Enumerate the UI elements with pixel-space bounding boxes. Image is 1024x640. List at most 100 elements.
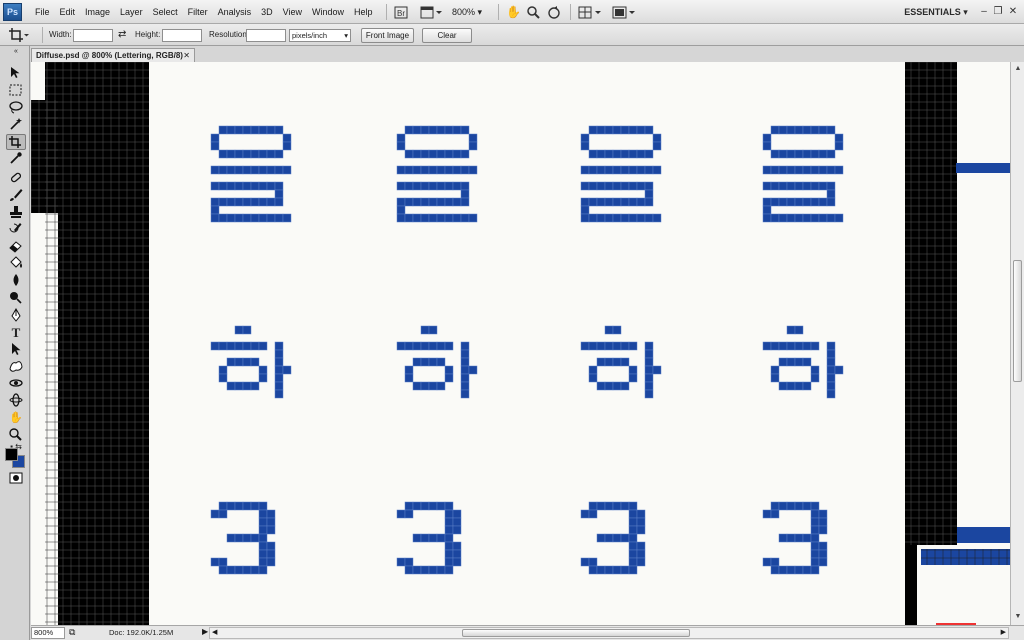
move-tool-icon[interactable] [6, 66, 26, 82]
glyph-2-2 [396, 325, 478, 399]
status-bar: 800% ⧉ Doc: 192.0K/1.25M ▶ ◀ ▶ [31, 625, 1024, 640]
menu-help[interactable]: Help [349, 0, 378, 24]
crop-tool-icon[interactable] [6, 134, 26, 150]
foreground-color-swatch[interactable] [5, 448, 18, 461]
photoshop-logo: Ps [3, 3, 22, 21]
separator [386, 4, 387, 20]
blur-tool-icon[interactable] [6, 273, 26, 289]
glyph-2-1 [210, 325, 292, 399]
separator [42, 27, 43, 43]
menu-file[interactable]: File [30, 0, 55, 24]
dodge-tool-icon[interactable] [6, 290, 26, 306]
eraser-tool-icon[interactable] [6, 239, 26, 255]
glyph-1-3 [580, 125, 662, 223]
menu-image[interactable]: Image [80, 0, 115, 24]
clear-button[interactable]: Clear [422, 28, 472, 43]
menu-analysis[interactable]: Analysis [213, 0, 257, 24]
zoom-level-dropdown[interactable]: 800% ▾ [452, 5, 482, 19]
marquee-tool-icon[interactable] [6, 83, 26, 99]
scroll-up-icon[interactable]: ▲ [1013, 64, 1023, 74]
menu-bar: Ps File Edit Image Layer Select Filter Analysi… [0, 0, 1024, 24]
vertical-scrollbar[interactable]: ▲ ▼ [1010, 62, 1024, 625]
glyph-3-3 [580, 501, 646, 575]
glyph-1-2 [396, 125, 478, 223]
hand-tool-icon[interactable]: ✋ [6, 410, 26, 426]
lasso-tool-icon[interactable] [6, 100, 26, 116]
menu-select[interactable]: Select [148, 0, 183, 24]
resolution-label: Resolution: [209, 30, 250, 39]
swap-dimensions-icon[interactable]: ⇄ [118, 24, 126, 46]
width-label: Width: [49, 30, 72, 39]
crop-tool-preset-icon[interactable] [8, 27, 29, 43]
vertical-scroll-thumb[interactable] [1013, 260, 1022, 382]
healing-brush-tool-icon[interactable] [6, 171, 26, 187]
eyedropper-tool-icon[interactable] [6, 151, 26, 167]
minimize-icon[interactable]: – [978, 5, 990, 18]
glyph-2-4 [762, 325, 844, 399]
separator [498, 4, 499, 20]
arrange-documents-icon[interactable] [578, 5, 602, 19]
width-field[interactable] [73, 29, 113, 42]
glyph-3-4 [762, 501, 828, 575]
history-brush-tool-icon[interactable] [6, 222, 26, 238]
scroll-down-icon[interactable]: ▼ [1013, 612, 1023, 622]
horizontal-scrollbar[interactable]: ◀ ▶ [209, 627, 1009, 639]
chevron-down-icon: ▾ [963, 7, 968, 17]
menu-filter[interactable]: Filter [183, 0, 213, 24]
quick-mask-icon[interactable] [6, 471, 26, 487]
pixel-canvas[interactable] [31, 62, 1010, 625]
glyph-1-1 [210, 125, 292, 223]
menu-view[interactable]: View [278, 0, 307, 24]
horizontal-scroll-thumb[interactable] [462, 629, 690, 637]
height-field[interactable] [162, 29, 202, 42]
scroll-right-icon[interactable]: ▶ [1001, 628, 1006, 636]
3d-orbit-tool-icon[interactable] [6, 393, 26, 409]
restore-icon[interactable]: ❐ [992, 5, 1004, 18]
chevron-down-icon: ▾ [344, 31, 348, 40]
hand-tool-icon[interactable]: ✋ [506, 5, 521, 19]
front-image-button[interactable]: Front Image [361, 28, 414, 43]
brush-tool-icon[interactable] [6, 188, 26, 204]
view-extras-icon[interactable] [420, 5, 442, 19]
status-arrow-icon[interactable]: ▶ [202, 627, 208, 636]
menu-list: File Edit Image Layer Select Filter Analysis 3D… [30, 0, 378, 24]
document-info: Doc: 192.0K/1.25M [109, 628, 174, 637]
resolution-field[interactable] [246, 29, 286, 42]
collapse-toolbox-icon[interactable]: « [6, 48, 26, 56]
pen-tool-icon[interactable] [6, 307, 26, 324]
path-selection-tool-icon[interactable] [6, 342, 26, 358]
document-canvas[interactable] [31, 62, 1010, 625]
quick-selection-tool-icon[interactable] [6, 117, 26, 133]
zoom-field[interactable]: 800% [31, 627, 65, 639]
resolution-units-select[interactable]: pixels/inch ▾ [289, 29, 351, 42]
zoom-tool-icon[interactable] [6, 427, 26, 443]
bridge-icon[interactable]: Br [394, 5, 408, 19]
left-white-notch [31, 62, 45, 100]
svg-text:Br: Br [397, 9, 405, 18]
document-tab[interactable]: Diffuse.psd @ 800% (Lettering, RGB/8) ✕ [31, 48, 195, 62]
type-tool-icon[interactable]: T [6, 325, 26, 341]
scroll-left-icon[interactable]: ◀ [212, 628, 217, 636]
close-icon[interactable]: ✕ [1007, 5, 1019, 18]
menu-3d[interactable]: 3D [256, 0, 278, 24]
clone-stamp-tool-icon[interactable] [6, 205, 26, 221]
glyph-2-3 [580, 325, 662, 399]
menu-window[interactable]: Window [307, 0, 349, 24]
glyph-3-2 [396, 501, 462, 575]
toolbox: « T ✋ ▪ ⇆ [0, 46, 30, 640]
zoom-tool-icon[interactable] [527, 5, 540, 19]
paint-bucket-tool-icon[interactable] [6, 256, 26, 272]
rotate-view-icon[interactable] [547, 5, 561, 19]
workspace-switcher[interactable]: ESSENTIALS ▾ [896, 0, 976, 24]
status-menu-icon[interactable]: ⧉ [69, 627, 75, 638]
height-label: Height: [135, 30, 161, 39]
close-tab-icon[interactable]: ✕ [183, 49, 190, 62]
menu-layer[interactable]: Layer [115, 0, 148, 24]
lettering-layer [210, 125, 844, 575]
screen-mode-icon[interactable] [612, 5, 636, 19]
custom-shape-tool-icon[interactable] [6, 359, 26, 375]
separator [570, 4, 571, 20]
menu-edit[interactable]: Edit [55, 0, 81, 24]
options-bar: Width: ⇄ Height: Resolution: pixels/inch… [0, 24, 1024, 46]
3d-rotate-tool-icon[interactable] [6, 376, 26, 392]
